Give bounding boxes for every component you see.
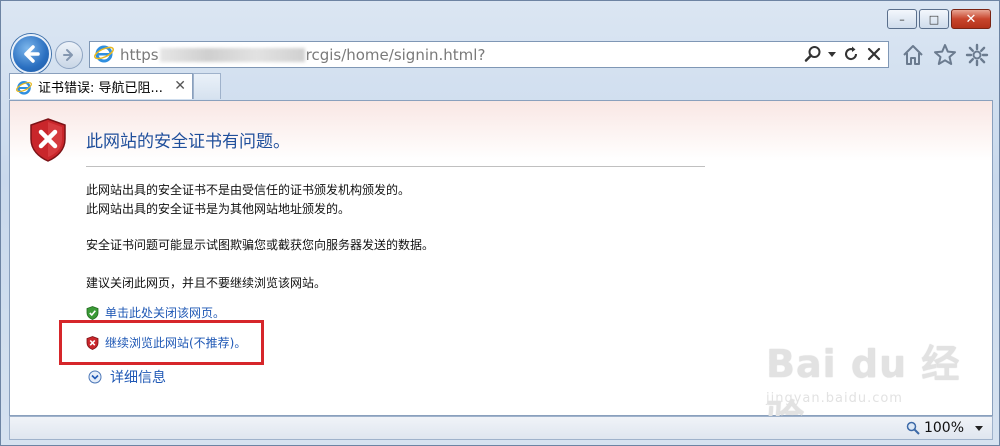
minimize-button[interactable]: – <box>887 9 917 29</box>
zoom-level: 100% <box>923 420 964 436</box>
tab-strip: 证书错误: 导航已阻... ✕ <box>1 73 1000 101</box>
reason-line-2: 此网站出具的安全证书是为其他网站地址颁发的。 <box>86 202 351 216</box>
back-icon <box>24 45 40 63</box>
green-shield-check-icon <box>86 305 99 320</box>
watermark-url: jingyan.baidu.com <box>766 391 903 406</box>
more-information[interactable]: 详细信息 <box>88 367 166 387</box>
expand-chevron-icon <box>88 370 102 384</box>
refresh-icon[interactable] <box>842 45 860 63</box>
ie-logo-icon <box>94 43 114 67</box>
address-tools <box>804 45 882 63</box>
tab-close-icon[interactable]: ✕ <box>174 78 186 94</box>
forward-button[interactable] <box>55 41 83 69</box>
url-prefix: https <box>120 45 159 64</box>
close-window-button[interactable]: ✕ <box>951 9 991 29</box>
dropdown-icon[interactable] <box>828 50 836 58</box>
divider <box>86 166 705 167</box>
address-bar[interactable]: https rcgis/home/signin.html? <box>89 41 889 68</box>
url-redacted <box>159 47 305 62</box>
recommendation-line: 建议关闭此网页，并且不要继续浏览该网站。 <box>86 276 327 290</box>
tools-gear-icon[interactable] <box>965 43 989 67</box>
tab-certificate-error[interactable]: 证书错误: 导航已阻... ✕ <box>9 73 193 99</box>
command-icons <box>901 43 989 67</box>
home-icon[interactable] <box>901 43 925 67</box>
close-page-row: 单击此处关闭该网页。 <box>86 304 225 321</box>
page-title: 此网站的安全证书有问题。 <box>86 132 290 152</box>
error-shield-icon <box>30 118 66 162</box>
search-icon[interactable] <box>804 45 822 63</box>
zoom-dropdown-icon[interactable] <box>974 423 984 433</box>
browser-window: – □ ✕ https rcgis/home/signin.html? 证书错误:… <box>0 0 1000 446</box>
back-button[interactable] <box>11 34 51 74</box>
tab-label: 证书错误: 导航已阻... <box>38 81 163 96</box>
url-suffix: rcgis/home/signin.html? <box>305 45 486 64</box>
zoom-magnifier-icon <box>906 421 920 435</box>
favorites-star-icon[interactable] <box>933 43 957 67</box>
status-bar: 100% <box>9 416 993 440</box>
forward-icon <box>63 49 73 61</box>
stop-icon[interactable] <box>866 46 882 62</box>
zoom-control[interactable]: 100% <box>906 420 964 436</box>
maximize-button[interactable]: □ <box>919 9 949 29</box>
warning-line: 安全证书问题可能显示试图欺骗您或截获您向服务器发送的数据。 <box>86 238 435 252</box>
more-information-label: 详细信息 <box>110 370 166 386</box>
close-page-link[interactable]: 单击此处关闭该网页。 <box>105 304 225 321</box>
caption-buttons: – □ ✕ <box>887 9 991 29</box>
ie-tab-icon <box>16 80 32 95</box>
url-text[interactable]: https rcgis/home/signin.html? <box>120 46 485 64</box>
new-tab-button[interactable] <box>193 73 221 99</box>
red-highlight-box <box>59 320 264 365</box>
reason-line-1: 此网站出具的安全证书不是由受信任的证书颁发机构颁发的。 <box>86 183 411 197</box>
